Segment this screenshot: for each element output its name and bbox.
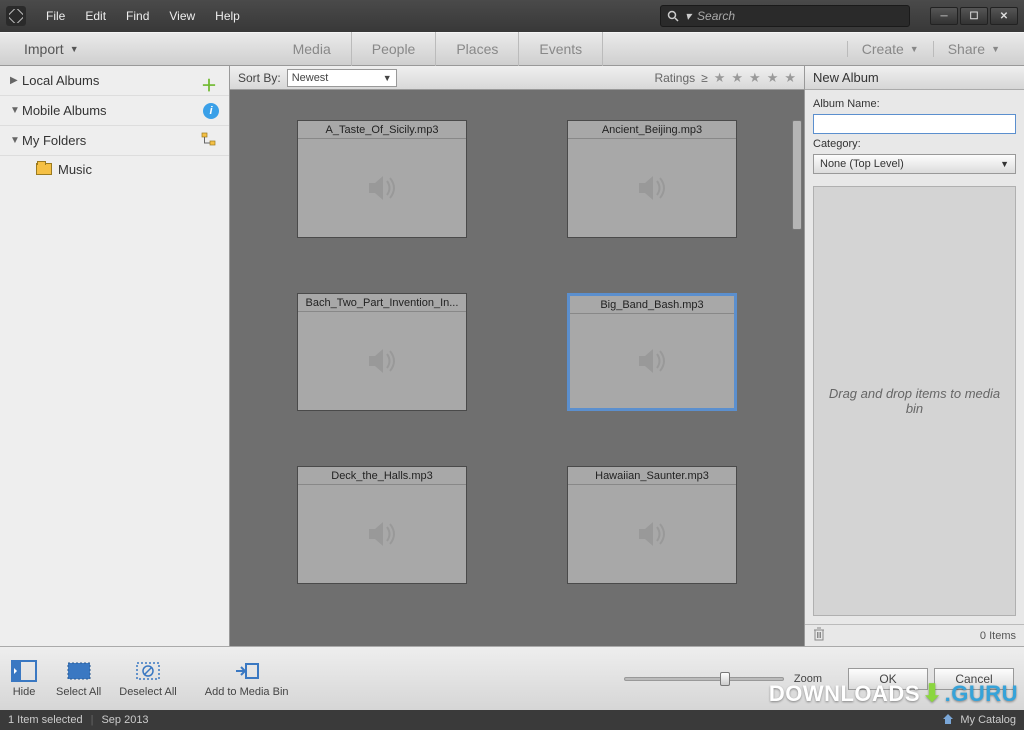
select-all-icon: [65, 659, 93, 683]
folder-tree-icon[interactable]: [201, 132, 219, 150]
home-icon[interactable]: [942, 713, 954, 728]
thumbnail-title: Big_Band_Bash.mp3: [570, 296, 734, 314]
thumbnail-title: A_Taste_Of_Sicily.mp3: [298, 121, 466, 139]
star-icon[interactable]: ★: [731, 70, 743, 86]
category-label: Category:: [813, 138, 1016, 150]
search-input[interactable]: ▾ Search: [660, 5, 910, 27]
ok-button[interactable]: OK: [848, 668, 928, 690]
trash-icon[interactable]: [813, 627, 825, 644]
create-button[interactable]: Create▼: [847, 41, 933, 57]
add-icon[interactable]: ＋: [201, 72, 219, 90]
import-button[interactable]: Import▼: [10, 33, 93, 65]
media-thumbnail[interactable]: Big_Band_Bash.mp3: [567, 293, 737, 411]
album-name-input[interactable]: [813, 114, 1016, 134]
window-minimize-button[interactable]: ─: [930, 7, 958, 25]
status-date: Sep 2013: [101, 714, 148, 726]
thumbnail-title: Deck_the_Halls.mp3: [298, 467, 466, 485]
sidebar-item-local-albums[interactable]: ▶ Local Albums ＋: [0, 66, 229, 96]
menu-file[interactable]: File: [36, 9, 75, 23]
category-select[interactable]: None (Top Level)▼: [813, 154, 1016, 174]
thumbnail-title: Bach_Two_Part_Invention_In...: [298, 294, 466, 312]
ratings-label: Ratings: [654, 71, 695, 85]
left-sidebar: ▶ Local Albums ＋ ▼ Mobile Albums i ▼ My …: [0, 66, 230, 646]
audio-icon: [298, 485, 466, 583]
bottom-toolbar: Hide Select All Deselect All Add to Medi…: [0, 646, 1024, 710]
zoom-slider-handle[interactable]: [720, 672, 730, 686]
menu-help[interactable]: Help: [205, 9, 250, 23]
search-placeholder: Search: [697, 9, 735, 23]
import-label: Import: [24, 41, 64, 57]
star-icon[interactable]: ★: [784, 70, 796, 86]
star-icon[interactable]: ★: [767, 70, 779, 86]
window-maximize-button[interactable]: ☐: [960, 7, 988, 25]
app-logo-icon: [6, 6, 26, 26]
zoom-label: Zoom: [794, 673, 822, 685]
sort-by-label: Sort By:: [238, 71, 281, 85]
thumbnail-title: Hawaiian_Saunter.mp3: [568, 467, 736, 485]
items-count: 0 Items: [980, 630, 1016, 642]
media-thumbnail[interactable]: Bach_Two_Part_Invention_In...: [297, 293, 467, 411]
panel-title: New Album: [805, 66, 1024, 90]
search-icon: [667, 10, 679, 22]
media-thumbnail[interactable]: Ancient_Beijing.mp3: [567, 120, 737, 238]
ratings-gte: ≥: [701, 71, 708, 85]
media-bin-dropzone[interactable]: Drag and drop items to media bin: [813, 186, 1016, 616]
audio-icon: [568, 139, 736, 237]
select-all-button[interactable]: Select All: [56, 659, 101, 698]
audio-icon: [568, 485, 736, 583]
album-name-label: Album Name:: [813, 98, 1016, 110]
scrollbar-thumb[interactable]: [792, 120, 802, 230]
chevron-down-icon: ▼: [10, 105, 22, 116]
main-toolbar: Import▼ Media People Places Events Creat…: [0, 32, 1024, 66]
titlebar: File Edit Find View Help ▾ Search ─ ☐ ✕: [0, 0, 1024, 32]
deselect-all-icon: [134, 659, 162, 683]
tab-media[interactable]: Media: [273, 32, 352, 66]
deselect-all-button[interactable]: Deselect All: [119, 659, 176, 698]
status-catalog: My Catalog: [960, 714, 1016, 726]
add-to-media-bin-button[interactable]: Add to Media Bin: [205, 659, 289, 698]
tab-places[interactable]: Places: [436, 32, 519, 66]
right-panel: New Album Album Name: Category: None (To…: [804, 66, 1024, 646]
media-thumbnail[interactable]: A_Taste_Of_Sicily.mp3: [297, 120, 467, 238]
menu-find[interactable]: Find: [116, 9, 159, 23]
window-close-button[interactable]: ✕: [990, 7, 1018, 25]
folder-icon: [36, 163, 52, 175]
sidebar-item-my-folders[interactable]: ▼ My Folders: [0, 126, 229, 156]
add-to-bin-icon: [233, 659, 261, 683]
sort-by-select[interactable]: Newest▼: [287, 69, 397, 87]
zoom-slider[interactable]: [624, 677, 784, 681]
chevron-right-icon: ▶: [10, 75, 22, 86]
media-grid: A_Taste_Of_Sicily.mp3 Ancient_Beijing.mp3…: [230, 90, 804, 646]
share-button[interactable]: Share▼: [933, 41, 1014, 57]
audio-icon: [298, 312, 466, 410]
sort-bar: Sort By: Newest▼ Ratings ≥ ★ ★ ★ ★ ★: [230, 66, 804, 90]
menu-view[interactable]: View: [159, 9, 205, 23]
tab-people[interactable]: People: [352, 32, 437, 66]
sidebar-folder-music[interactable]: Music: [0, 156, 229, 182]
star-icon[interactable]: ★: [749, 70, 761, 86]
info-icon[interactable]: i: [203, 103, 219, 119]
thumbnail-title: Ancient_Beijing.mp3: [568, 121, 736, 139]
hide-panel-button[interactable]: Hide: [10, 659, 38, 698]
status-bar: 1 Item selected | Sep 2013 My Catalog: [0, 710, 1024, 730]
chevron-down-icon: ▼: [10, 135, 22, 146]
cancel-button[interactable]: Cancel: [934, 668, 1014, 690]
star-icon[interactable]: ★: [714, 70, 726, 86]
status-selected: 1 Item selected: [8, 714, 83, 726]
media-thumbnail[interactable]: Deck_the_Halls.mp3: [297, 466, 467, 584]
hide-icon: [10, 659, 38, 683]
tab-events[interactable]: Events: [519, 32, 603, 66]
menu-edit[interactable]: Edit: [75, 9, 116, 23]
audio-icon: [570, 314, 734, 408]
audio-icon: [298, 139, 466, 237]
sidebar-item-mobile-albums[interactable]: ▼ Mobile Albums i: [0, 96, 229, 126]
media-thumbnail[interactable]: Hawaiian_Saunter.mp3: [567, 466, 737, 584]
